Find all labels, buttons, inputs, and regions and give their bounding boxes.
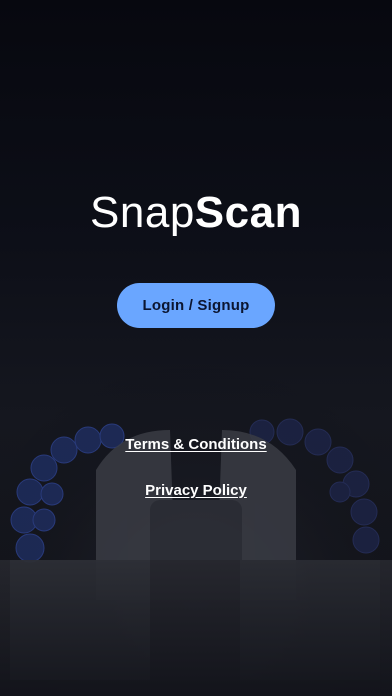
background-image <box>0 300 392 696</box>
login-signup-button[interactable]: Login / Signup <box>117 283 275 328</box>
privacy-policy-link[interactable]: Privacy Policy <box>0 482 392 499</box>
brand-bold-text: Scan <box>194 188 302 237</box>
terms-conditions-link[interactable]: Terms & Conditions <box>0 436 392 453</box>
splash-screen: SnapScan Login / Signup Terms & Conditio… <box>0 0 392 696</box>
brand-light-text: Snap <box>90 188 195 237</box>
status-bar <box>0 0 392 18</box>
app-logo-wordmark: SnapScan <box>0 188 392 238</box>
